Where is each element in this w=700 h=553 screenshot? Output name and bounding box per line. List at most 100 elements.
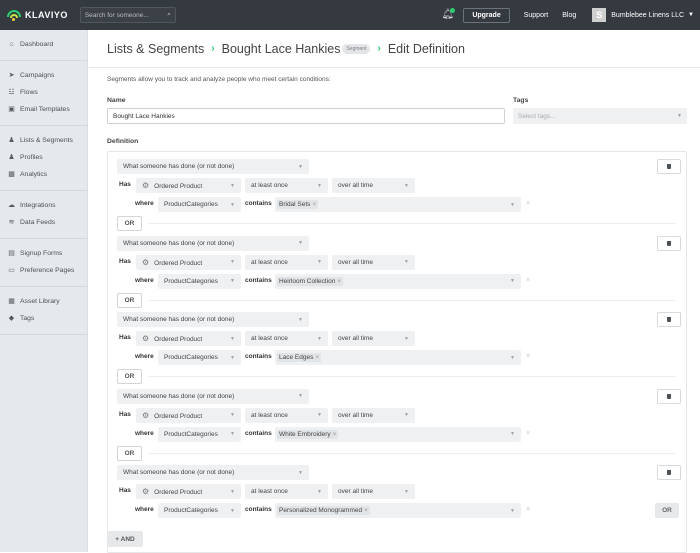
frequency-select[interactable]: at least once ▼ xyxy=(245,407,328,423)
remove-filter-icon[interactable]: × xyxy=(526,353,530,360)
timeframe-select[interactable]: over all time ▼ xyxy=(332,484,415,499)
sidebar-item-flows[interactable]: ☳ Flows xyxy=(0,84,87,101)
support-link[interactable]: Support xyxy=(524,12,549,19)
sidebar: ⌂ Dashboard ➤ Campaigns ☳ Flows ▣ Email Templat… xyxy=(0,30,88,552)
user-icon: ♟ xyxy=(8,153,15,161)
delete-condition-button[interactable] xyxy=(657,388,681,404)
sidebar-item-tags[interactable]: ◆ Tags xyxy=(0,310,87,327)
delete-condition-button[interactable] xyxy=(657,312,681,327)
gears-icon: ⚙ xyxy=(142,410,150,420)
or-button[interactable]: OR xyxy=(117,369,142,384)
sidebar-item-label: Flows xyxy=(20,89,38,96)
value-chip[interactable]: Personalized Monogrammed × xyxy=(277,506,370,515)
operator-label: contains xyxy=(245,429,272,437)
delete-condition-button[interactable] xyxy=(657,465,681,480)
value-multiselect[interactable]: Lace Edges × ▼ xyxy=(275,350,521,365)
chevron-down-icon: ▼ xyxy=(317,182,322,189)
frequency-select[interactable]: at least once ▼ xyxy=(245,178,328,193)
sidebar-item-signup-forms[interactable]: ▤ Signup Forms xyxy=(0,245,87,262)
value-multiselect[interactable]: Heirloom Collection × ▼ xyxy=(275,273,521,289)
timeframe-value: over all time xyxy=(338,182,374,189)
property-select[interactable]: ProductCategories ▼ xyxy=(158,197,241,212)
value-chip[interactable]: White Embroidery × xyxy=(277,429,339,439)
account-menu[interactable]: S Bumblebee Linens LLC ▼ xyxy=(592,8,694,22)
remove-chip-icon[interactable]: × xyxy=(333,431,337,438)
trash-icon xyxy=(667,470,671,475)
sidebar-item-campaigns[interactable]: ➤ Campaigns xyxy=(0,67,87,84)
sidebar-item-data-feeds[interactable]: ≋ Data Feeds xyxy=(0,214,87,231)
sidebar-item-integrations[interactable]: ☁ Integrations xyxy=(0,197,87,214)
value-chip[interactable]: Lace Edges × xyxy=(277,353,322,362)
sidebar-item-dashboard[interactable]: ⌂ Dashboard xyxy=(0,36,87,53)
value-multiselect[interactable]: White Embroidery × ▼ xyxy=(275,426,521,442)
add-or-button[interactable]: OR xyxy=(655,503,679,518)
metric-select[interactable]: ⚙ Ordered Product ▼ xyxy=(136,407,241,423)
frequency-select[interactable]: at least once ▼ xyxy=(245,484,328,499)
top-navbar: KLAVIYO Search for someone... ⌕ 🔔︎ Upgra… xyxy=(0,0,700,30)
value-chip[interactable]: Heirloom Collection × xyxy=(277,276,344,286)
add-and-button[interactable]: + AND xyxy=(107,531,143,547)
sidebar-item-profiles[interactable]: ♟ Profiles xyxy=(0,149,87,166)
timeframe-select[interactable]: over all time ▼ xyxy=(332,407,415,423)
or-button[interactable]: OR xyxy=(117,292,142,308)
chevron-down-icon: ▼ xyxy=(510,354,515,361)
property-select[interactable]: ProductCategories ▼ xyxy=(158,426,241,442)
klaviyo-logo[interactable]: KLAVIYO xyxy=(7,9,68,21)
value-multiselect[interactable]: Personalized Monogrammed × ▼ xyxy=(275,503,521,518)
metric-select[interactable]: ⚙ Ordered Product ▼ xyxy=(136,484,241,499)
delete-condition-button[interactable] xyxy=(657,159,681,174)
condition-type-select[interactable]: What someone has done (or not done) ▼ xyxy=(117,388,309,404)
remove-chip-icon[interactable]: × xyxy=(364,507,368,514)
sidebar-item-lists-segments[interactable]: ♟ Lists & Segments xyxy=(0,132,87,149)
property-select[interactable]: ProductCategories ▼ xyxy=(158,503,241,518)
notifications-bell-icon[interactable]: 🔔︎ xyxy=(441,8,456,21)
remove-filter-icon[interactable]: × xyxy=(526,277,530,284)
name-input[interactable]: Bought Lace Hankies xyxy=(107,108,505,124)
where-label: where xyxy=(135,200,154,207)
remove-chip-icon[interactable]: × xyxy=(337,278,341,285)
or-button[interactable]: OR xyxy=(117,445,142,461)
sidebar-item-asset-library[interactable]: ▦ Asset Library xyxy=(0,293,87,310)
cloud-icon: ☁ xyxy=(8,201,15,209)
or-button[interactable]: OR xyxy=(117,216,142,231)
remove-chip-icon[interactable]: × xyxy=(315,354,319,361)
remove-filter-icon[interactable]: × xyxy=(526,430,530,437)
chevron-down-icon: ▼ xyxy=(298,163,303,170)
tags-select[interactable]: Select tags... ▼ xyxy=(513,108,687,124)
gears-icon: ⚙ xyxy=(142,334,150,343)
remove-filter-icon[interactable]: × xyxy=(526,200,530,207)
frequency-value: at least once xyxy=(251,258,288,266)
property-select[interactable]: ProductCategories ▼ xyxy=(158,273,241,289)
timeframe-select[interactable]: over all time ▼ xyxy=(332,254,415,270)
search-input[interactable]: Search for someone... ⌕ xyxy=(79,7,176,23)
gears-icon: ⚙ xyxy=(142,257,150,267)
has-label: Has xyxy=(119,487,131,494)
condition-type-select[interactable]: What someone has done (or not done) ▼ xyxy=(117,159,309,174)
remove-filter-icon[interactable]: × xyxy=(526,506,530,513)
value-multiselect[interactable]: Bridal Sets × ▼ xyxy=(275,197,521,212)
blog-link[interactable]: Blog xyxy=(562,12,576,19)
breadcrumb-lists-segments[interactable]: Lists & Segments xyxy=(107,42,204,56)
frequency-select[interactable]: at least once ▼ xyxy=(245,331,328,346)
remove-chip-icon[interactable]: × xyxy=(312,201,316,208)
metric-select[interactable]: ⚙ Ordered Product ▼ xyxy=(136,331,241,346)
value-chip[interactable]: Bridal Sets × xyxy=(277,200,319,209)
upgrade-button[interactable]: Upgrade xyxy=(463,7,510,23)
sidebar-item-preference-pages[interactable]: ▭ Preference Pages xyxy=(0,262,87,279)
timeframe-select[interactable]: over all time ▼ xyxy=(332,331,415,346)
sidebar-item-email-templates[interactable]: ▣ Email Templates xyxy=(0,101,87,118)
condition-type-select[interactable]: What someone has done (or not done) ▼ xyxy=(117,235,309,251)
timeframe-select[interactable]: over all time ▼ xyxy=(332,178,415,193)
breadcrumb: Lists & Segments › Bought Lace Hankies S… xyxy=(89,30,700,68)
sidebar-item-analytics[interactable]: ▩ Analytics xyxy=(0,166,87,183)
condition-type-select[interactable]: What someone has done (or not done) ▼ xyxy=(117,312,309,327)
delete-condition-button[interactable] xyxy=(657,235,681,251)
condition-type-value: What someone has done (or not done) xyxy=(123,239,235,247)
metric-select[interactable]: ⚙ Ordered Product ▼ xyxy=(136,254,241,270)
condition-type-select[interactable]: What someone has done (or not done) ▼ xyxy=(117,465,309,480)
breadcrumb-segment-name[interactable]: Bought Lace Hankies xyxy=(222,42,341,56)
frequency-select[interactable]: at least once ▼ xyxy=(245,254,328,270)
chevron-down-icon: ▼ xyxy=(510,201,515,208)
property-select[interactable]: ProductCategories ▼ xyxy=(158,350,241,365)
metric-select[interactable]: ⚙ Ordered Product ▼ xyxy=(136,178,241,193)
